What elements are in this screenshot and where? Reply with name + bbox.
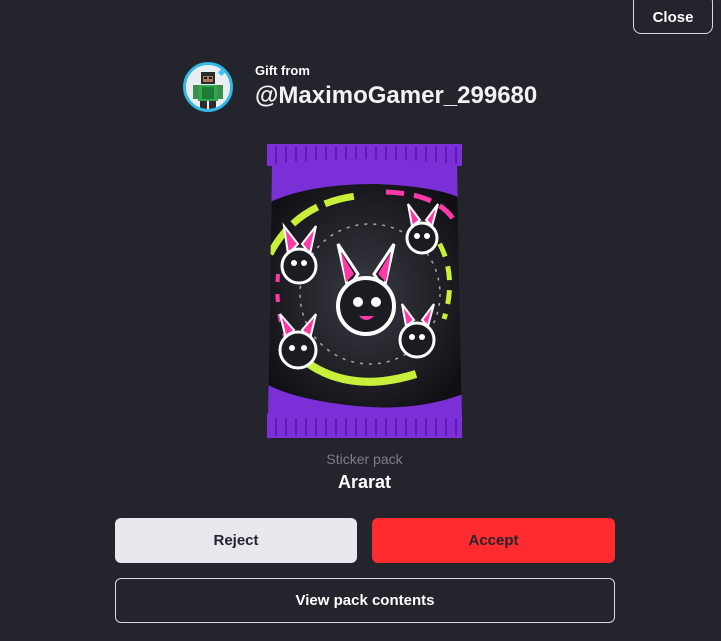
gift-header: Gift from @MaximoGamer_299680: [183, 62, 537, 112]
pack-name: Ararat: [337, 472, 392, 492]
close-button[interactable]: Close: [633, 0, 713, 34]
reject-button[interactable]: Reject: [115, 518, 357, 563]
sticker-pack-icon: [267, 144, 462, 438]
player-avatar-icon: [186, 65, 230, 109]
avatar: [183, 62, 233, 112]
sticker-pack-image: [266, 144, 463, 438]
gift-dialog: Close Gift from @MaximoGamer_299680 Stic…: [0, 0, 721, 641]
gift-from-label: Gift from: [255, 63, 310, 78]
view-pack-contents-button[interactable]: View pack contents: [115, 578, 615, 623]
gift-sender-username: @MaximoGamer_299680: [255, 82, 538, 109]
pack-type-label: Sticker pack: [326, 451, 403, 467]
accept-button[interactable]: Accept: [372, 518, 615, 563]
